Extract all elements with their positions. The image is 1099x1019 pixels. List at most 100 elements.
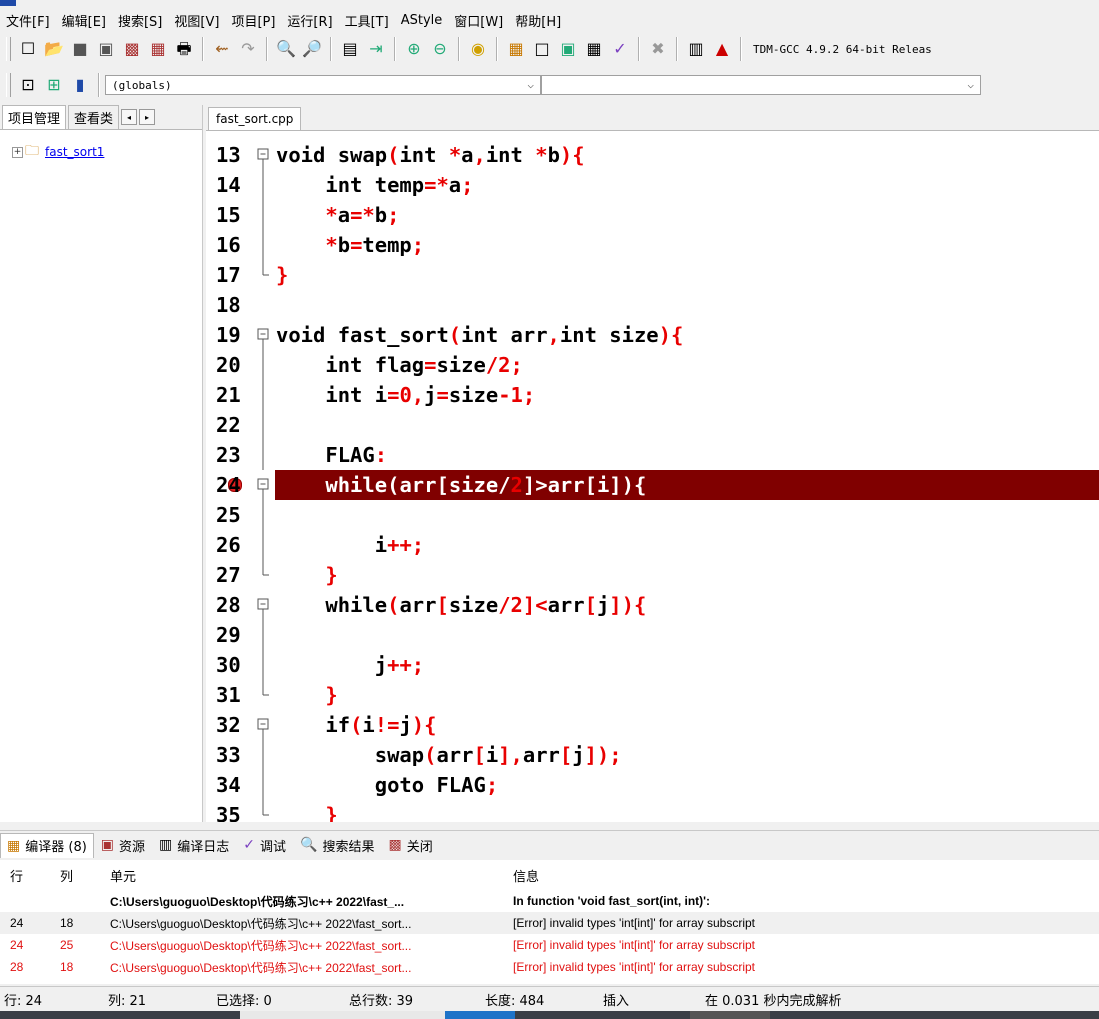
menu-astyle[interactable]: AStyle: [395, 13, 449, 28]
rebuild-icon[interactable]: ▦: [583, 38, 605, 60]
code-text[interactable]: }: [276, 560, 337, 590]
code-text[interactable]: if(i!=j){: [276, 710, 436, 740]
code-line[interactable]: 15 *a=*b;: [206, 200, 1099, 230]
open-file-icon[interactable]: 📂: [43, 38, 65, 60]
menu-help[interactable]: 帮助[H]: [509, 11, 567, 30]
code-text[interactable]: void fast_sort(int arr,int size){: [276, 320, 683, 350]
profile-icon[interactable]: ▥: [685, 38, 707, 60]
fold-toggle-icon[interactable]: [256, 140, 270, 170]
code-line[interactable]: 16 *b=temp;: [206, 230, 1099, 260]
code-editor[interactable]: fast_sort.cpp 13 void swap(int *a,int *b)…: [206, 105, 1099, 822]
fold-toggle-icon[interactable]: [256, 590, 270, 620]
code-line[interactable]: 19 void fast_sort(int arr,int size){: [206, 320, 1099, 350]
code-text[interactable]: goto FLAG;: [276, 770, 498, 800]
save-icon[interactable]: ■: [69, 38, 91, 60]
compiler-select[interactable]: TDM-GCC 4.9.2 64-bit Releas: [747, 39, 987, 59]
code-line[interactable]: 25: [206, 500, 1099, 530]
close-all-icon[interactable]: ▦: [147, 38, 169, 60]
code-text[interactable]: void swap(int *a,int *b){: [276, 140, 585, 170]
taskbar-item[interactable]: [445, 1011, 515, 1019]
log-row[interactable]: 24 18 C:\Users\guoguo\Desktop\代码练习\c++ 202…: [0, 912, 1099, 934]
code-line[interactable]: 13 void swap(int *a,int *b){: [206, 140, 1099, 170]
tab-right-icon[interactable]: ▸: [139, 109, 156, 125]
tab-search-results[interactable]: 🔍 搜索结果: [293, 832, 381, 858]
code-line[interactable]: 23 FLAG:: [206, 440, 1099, 470]
code-line[interactable]: 32 if(i!=j){: [206, 710, 1099, 740]
insert-icon[interactable]: ⊡: [17, 74, 39, 96]
col-header-col[interactable]: 列: [46, 866, 104, 885]
undo-icon[interactable]: ⇜: [211, 38, 233, 60]
col-header-line[interactable]: 行: [0, 866, 46, 885]
code-text[interactable]: int i=0,j=size-1;: [276, 380, 535, 410]
goto-icon[interactable]: ⊞: [43, 74, 65, 96]
code-line[interactable]: 33 swap(arr[i],arr[j]);: [206, 740, 1099, 770]
tab-close[interactable]: ▩ 关闭: [382, 832, 440, 858]
code-text[interactable]: j++;: [276, 650, 424, 680]
menu-tools[interactable]: 工具[T]: [339, 11, 395, 30]
col-header-message[interactable]: 信息: [511, 866, 1099, 885]
compile-run-icon[interactable]: ▣: [557, 38, 579, 60]
menu-run[interactable]: 运行[R]: [281, 11, 338, 30]
new-file-icon[interactable]: ☐: [17, 38, 39, 60]
code-text[interactable]: }: [276, 260, 288, 290]
tab-fast-sort-cpp[interactable]: fast_sort.cpp: [208, 107, 302, 130]
function-select[interactable]: ⌵: [541, 75, 981, 95]
code-line[interactable]: 18: [206, 290, 1099, 320]
code-line[interactable]: 31 }: [206, 680, 1099, 710]
tab-compiler[interactable]: ▦ 编译器 (8): [0, 832, 94, 858]
tab-left-icon[interactable]: ◂: [121, 109, 138, 125]
menu-view[interactable]: 视图[V]: [168, 11, 225, 30]
code-text[interactable]: while(arr[size/2]>arr[i]){: [276, 470, 646, 500]
col-header-unit[interactable]: 单元: [104, 866, 511, 885]
menu-edit[interactable]: 编辑[E]: [56, 11, 112, 30]
code-area[interactable]: 13 void swap(int *a,int *b){14 int temp=*…: [206, 140, 1099, 822]
taskbar-item[interactable]: [240, 1011, 445, 1019]
stop-icon[interactable]: ✖: [647, 38, 669, 60]
fold-toggle-icon[interactable]: [256, 710, 270, 740]
code-text[interactable]: while(arr[size/2]<arr[j]){: [276, 590, 646, 620]
compile-icon[interactable]: ▦: [505, 38, 527, 60]
menu-window[interactable]: 窗口[W]: [448, 11, 509, 30]
code-text[interactable]: int temp=*a;: [276, 170, 473, 200]
code-line[interactable]: 34 goto FLAG;: [206, 770, 1099, 800]
log-row[interactable]: 28 18 C:\Users\guoguo\Desktop\代码练习\c++ 202…: [0, 956, 1099, 978]
code-line[interactable]: 14 int temp=*a;: [206, 170, 1099, 200]
code-text[interactable]: swap(arr[i],arr[j]);: [276, 740, 622, 770]
menu-project[interactable]: 项目[P]: [225, 11, 281, 30]
code-line[interactable]: 30 j++;: [206, 650, 1099, 680]
tab-classes[interactable]: 查看类: [68, 105, 120, 129]
run-icon[interactable]: □: [531, 38, 553, 60]
code-line[interactable]: 22: [206, 410, 1099, 440]
unindent-icon[interactable]: ⇥: [365, 38, 387, 60]
tab-compile-log[interactable]: ▥ 编译日志: [152, 832, 236, 858]
project-options-icon[interactable]: ◉: [467, 38, 489, 60]
redo-icon[interactable]: ↷: [237, 38, 259, 60]
find-icon[interactable]: 🔍: [275, 38, 297, 60]
code-line[interactable]: 27 }: [206, 560, 1099, 590]
replace-icon[interactable]: 🔎: [301, 38, 323, 60]
fold-toggle-icon[interactable]: [256, 320, 270, 350]
code-line[interactable]: 24 while(arr[size/2]>arr[i]){: [206, 470, 1099, 500]
code-line[interactable]: 35 }: [206, 800, 1099, 822]
log-row[interactable]: 24 25 C:\Users\guoguo\Desktop\代码练习\c++ 202…: [0, 934, 1099, 956]
code-text[interactable]: *b=temp;: [276, 230, 424, 260]
code-line[interactable]: 28 while(arr[size/2]<arr[j]){: [206, 590, 1099, 620]
project-node[interactable]: fast_sort1: [45, 145, 104, 159]
check-syntax-icon[interactable]: ✓: [609, 38, 631, 60]
taskbar-item[interactable]: [690, 1011, 770, 1019]
menu-search[interactable]: 搜索[S]: [112, 11, 168, 30]
tab-project[interactable]: 项目管理: [2, 105, 67, 129]
print-icon[interactable]: 🖶: [173, 38, 195, 60]
log-row[interactable]: C:\Users\guoguo\Desktop\代码练习\c++ 2022\fa…: [0, 890, 1099, 912]
globals-select[interactable]: (globals) ⌵: [105, 75, 541, 95]
tab-resources[interactable]: ▣ 资源: [94, 832, 152, 858]
code-line[interactable]: 21 int i=0,j=size-1;: [206, 380, 1099, 410]
code-line[interactable]: 20 int flag=size/2;: [206, 350, 1099, 380]
code-text[interactable]: i++;: [276, 530, 424, 560]
code-text[interactable]: }: [276, 680, 337, 710]
code-text[interactable]: }: [276, 800, 337, 822]
indent-icon[interactable]: ▤: [339, 38, 361, 60]
delete-profile-icon[interactable]: ▲: [711, 38, 733, 60]
close-file-icon[interactable]: ▩: [121, 38, 143, 60]
menu-file[interactable]: 文件[F]: [0, 11, 56, 30]
